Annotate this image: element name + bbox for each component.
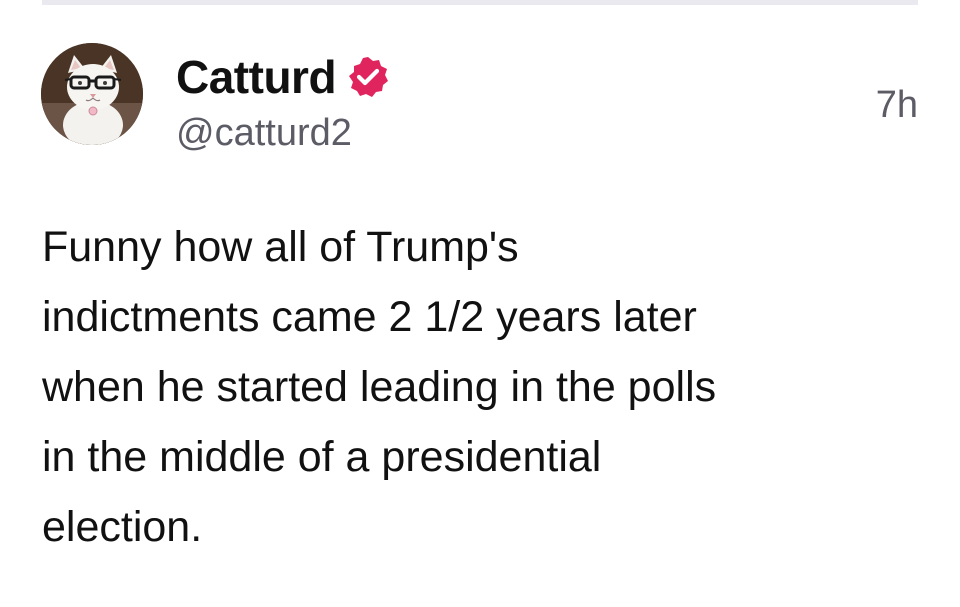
post-text-line: Funny how all of Trump's <box>42 223 519 271</box>
author-handle[interactable]: @catturd2 <box>176 112 352 155</box>
display-name[interactable]: Catturd <box>176 50 337 104</box>
post-body: Funny how all of Trump's indictments cam… <box>42 212 922 562</box>
post-text-line: election. <box>42 503 203 551</box>
display-name-row: Catturd <box>176 47 390 107</box>
post-card: Catturd @catturd2 7h Funny how all of Tr… <box>0 0 960 607</box>
post-text-line: in the middle of a presidential <box>42 433 602 481</box>
author-avatar[interactable] <box>41 43 143 145</box>
verified-badge-icon <box>346 55 390 99</box>
post-timestamp[interactable]: 7h <box>876 84 918 127</box>
post-text-line: when he started leading in the polls <box>42 363 717 411</box>
cat-with-glasses-avatar-icon <box>41 43 143 145</box>
post-text-line: indictments came 2 1/2 years later <box>42 293 697 341</box>
